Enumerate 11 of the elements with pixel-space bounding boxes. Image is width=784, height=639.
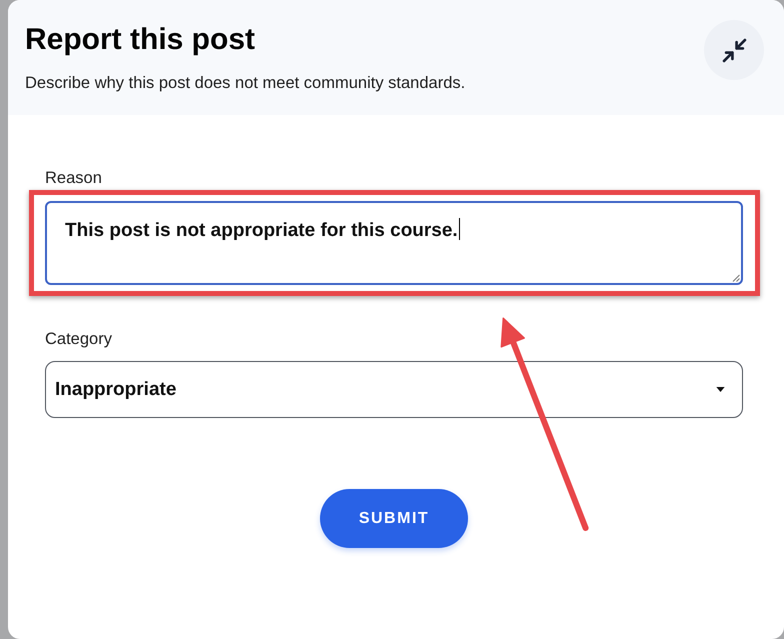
resize-handle-icon[interactable] xyxy=(732,274,740,282)
text-area-field[interactable]: This post is not appropriate for this course. xyxy=(45,201,743,285)
dialog-title: Report this post xyxy=(25,22,256,58)
collapse-arrows-icon xyxy=(722,38,746,62)
dialog-subtitle: Describe why this post does not meet community standards. xyxy=(25,72,466,94)
dropdown-caret-icon xyxy=(716,387,725,392)
submit-button[interactable]: SUBMIT xyxy=(320,489,468,548)
text-cursor-icon xyxy=(458,218,460,240)
field-label: Reason xyxy=(45,168,103,188)
field-label: Category xyxy=(45,329,113,349)
dropdown-select[interactable]: Inappropriate xyxy=(45,361,743,418)
